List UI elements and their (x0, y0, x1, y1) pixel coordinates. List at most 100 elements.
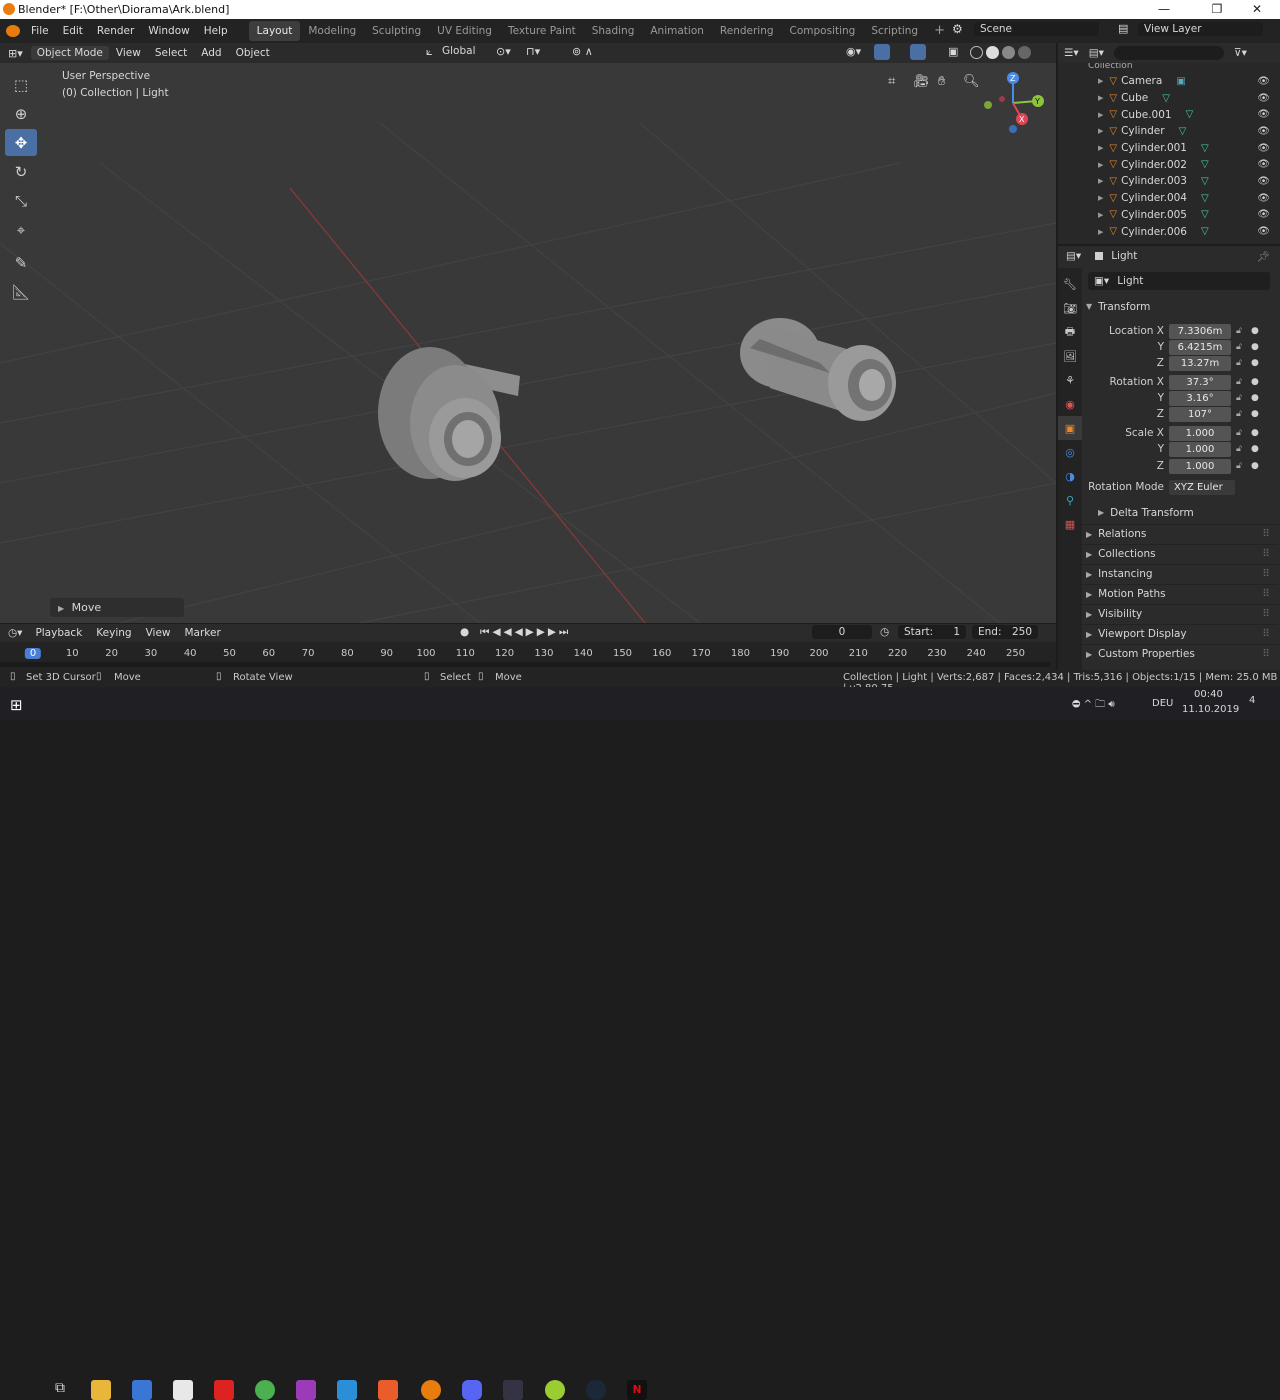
rotation-y-field[interactable]: 3.16° (1169, 390, 1231, 406)
keyframe-dot-icon[interactable]: ● (1251, 428, 1259, 438)
eye-icon[interactable]: 👁︎ (1257, 109, 1270, 120)
tab-animation[interactable]: Animation (642, 21, 712, 41)
keyframe-dot-icon[interactable]: ● (1251, 393, 1259, 403)
panel-header[interactable]: ▶ Relations ⠿ (1082, 524, 1278, 543)
visibility-icon[interactable]: ◉▾ (846, 45, 861, 58)
outliner-item[interactable]: ▶ ▽ Cylinder ▽ 👁︎ (1058, 123, 1280, 140)
task-view-icon[interactable]: ⧉ (50, 1380, 70, 1400)
world-tab-icon[interactable]: ◉ (1058, 392, 1082, 416)
editor-type-icon[interactable]: ⊞▾ (8, 47, 23, 60)
expand-arrow-icon[interactable]: ▶ (1098, 228, 1103, 236)
frame-tick[interactable]: 200 (809, 648, 828, 659)
outliner-item[interactable]: ▶ ▽ Cylinder.006 ▽ 👁︎ (1058, 223, 1280, 240)
current-frame-field[interactable]: 0 (812, 625, 872, 639)
frame-tick[interactable]: 20 (105, 648, 118, 659)
mesh-data-icon[interactable]: ▽ (1201, 176, 1209, 187)
windows-start-icon[interactable]: ⊞ (10, 696, 23, 714)
menu-help[interactable]: Help (197, 25, 235, 37)
frame-tick[interactable]: 170 (692, 648, 711, 659)
solid-shading-icon[interactable] (986, 46, 999, 59)
menu-window[interactable]: Window (141, 25, 196, 37)
measure-tool-icon[interactable]: 📐︎ (5, 278, 37, 305)
keyframe-dot-icon[interactable]: ● (1251, 377, 1259, 387)
mesh-data-icon[interactable]: ▽ (1201, 226, 1209, 237)
lock-icon[interactable]: 🔓︎ (1236, 444, 1246, 454)
menu-object[interactable]: Object (229, 47, 277, 59)
menu-view[interactable]: View (109, 47, 148, 59)
outliner-item[interactable]: ▶ ▽ Cylinder.005 ▽ 👁︎ (1058, 207, 1280, 224)
eye-icon[interactable]: 👁︎ (1257, 143, 1270, 154)
mode-selector[interactable]: Object Mode (30, 46, 109, 60)
frame-tick[interactable]: 150 (613, 648, 632, 659)
drag-handle-icon[interactable]: ⠿ (1262, 528, 1270, 540)
expand-arrow-icon[interactable]: ▶ (1098, 194, 1103, 202)
navigation-gizmo[interactable]: Z Y X (980, 71, 1050, 141)
object-data-tab-icon[interactable]: ⚲ (1058, 488, 1082, 512)
frame-tick[interactable]: 50 (223, 648, 236, 659)
mesh-data-icon[interactable]: ▽ (1179, 126, 1187, 137)
modifier-tab-icon[interactable]: ◎ (1058, 440, 1082, 464)
tab-scripting[interactable]: Scripting (863, 21, 926, 41)
gift-app-icon[interactable] (214, 1380, 234, 1400)
eye-icon[interactable]: 👁︎ (1257, 209, 1270, 220)
frame-tick[interactable]: 240 (967, 648, 986, 659)
select-box-tool-icon[interactable]: ⬚ (5, 71, 37, 98)
tab-shading[interactable]: Shading (584, 21, 643, 41)
camera-data-icon[interactable]: ▣ (1176, 76, 1185, 87)
rotation-z-field[interactable]: 107° (1169, 406, 1231, 422)
outliner-item[interactable]: ▶ ▽ Cylinder.001 ▽ 👁︎ (1058, 140, 1280, 157)
filter-icon[interactable]: ⊽▾ (1234, 47, 1247, 59)
netflix-icon[interactable]: N (627, 1380, 647, 1400)
snap-icon[interactable]: ⊓▾ (526, 45, 540, 58)
eye-icon[interactable]: 👁︎ (1257, 226, 1270, 237)
blender-menu-icon[interactable] (6, 25, 20, 37)
app-icon[interactable] (503, 1380, 523, 1400)
outliner-item[interactable]: ▶ ▽ Cylinder.002 ▽ 👁︎ (1058, 156, 1280, 173)
menu-file[interactable]: File (24, 25, 56, 37)
camera-view-icon[interactable]: 🎥︎ (913, 74, 930, 89)
menu-marker[interactable]: Marker (178, 627, 228, 639)
eye-icon[interactable]: 👁︎ (1257, 159, 1270, 170)
notification-count[interactable]: 4 (1249, 695, 1255, 706)
frame-tick[interactable]: 210 (849, 648, 868, 659)
output-tab-icon[interactable]: 🖶︎ (1058, 320, 1082, 344)
frame-tick-current[interactable]: 0 (24, 648, 42, 659)
eye-icon[interactable]: 👁︎ (1257, 126, 1270, 137)
frame-tick[interactable]: 110 (456, 648, 475, 659)
file-explorer-icon[interactable] (91, 1380, 111, 1400)
frame-tick[interactable]: 160 (652, 648, 671, 659)
tab-uv-editing[interactable]: UV Editing (429, 21, 500, 41)
frame-tick[interactable]: 40 (184, 648, 197, 659)
3d-viewport[interactable]: User Perspective (0) Collection | Light … (0, 63, 1056, 623)
store-icon[interactable] (132, 1380, 152, 1400)
outliner-item[interactable]: ▶ ▽ Cube.001 ▽ 👁︎ (1058, 106, 1280, 123)
frame-tick[interactable]: 10 (66, 648, 79, 659)
eye-icon[interactable]: 👁︎ (1257, 93, 1270, 104)
end-frame-field[interactable]: End: 250 (972, 625, 1038, 639)
add-workspace-icon[interactable]: + (926, 21, 953, 41)
frame-tick[interactable]: 80 (341, 648, 354, 659)
tab-modeling[interactable]: Modeling (300, 21, 364, 41)
expand-arrow-icon[interactable]: ▶ (1098, 211, 1103, 219)
expand-arrow-icon[interactable]: ▶ (1098, 144, 1103, 152)
tab-texture-paint[interactable]: Texture Paint (500, 21, 584, 41)
location-z-field[interactable]: 13.27m (1169, 355, 1231, 371)
mesh-data-icon[interactable]: ▽ (1201, 143, 1209, 154)
expand-arrow-icon[interactable]: ▶ (1098, 127, 1103, 135)
frame-tick[interactable]: 60 (262, 648, 275, 659)
outliner-collection-row[interactable]: Collection (1058, 63, 1280, 73)
frame-tick[interactable]: 230 (927, 648, 946, 659)
expand-arrow-icon[interactable]: ▶ (1098, 161, 1103, 169)
app-green-icon[interactable] (545, 1380, 565, 1400)
outliner-item[interactable]: ▶ ▽ Cylinder.003 ▽ 👁︎ (1058, 173, 1280, 190)
tab-rendering[interactable]: Rendering (712, 21, 782, 41)
texture-tab-icon[interactable]: ▦ (1058, 512, 1082, 536)
expand-arrow-icon[interactable]: ▶ (1098, 94, 1103, 102)
cursor-tool-icon[interactable]: ⊕ (5, 100, 37, 127)
frame-tick[interactable]: 220 (888, 648, 907, 659)
pin-icon[interactable]: 📌︎ (1257, 250, 1270, 263)
scene-selector[interactable]: Scene (974, 22, 1099, 36)
language-indicator[interactable]: DEU (1152, 698, 1173, 709)
clock-time[interactable]: 00:40 (1194, 689, 1223, 700)
xray-icon[interactable]: ▣ (948, 45, 958, 58)
